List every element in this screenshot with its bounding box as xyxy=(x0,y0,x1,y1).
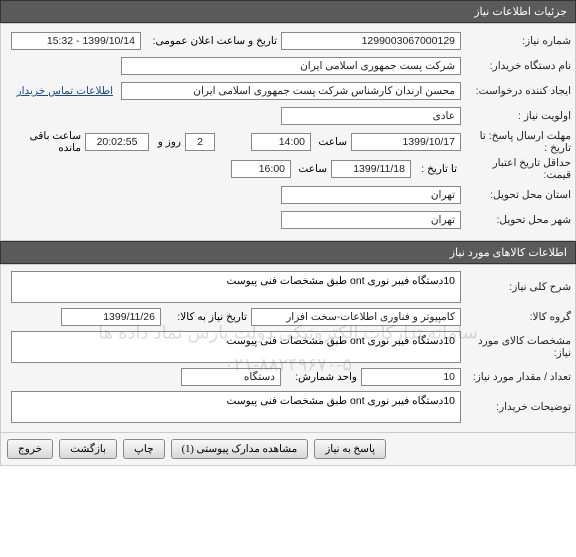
qty-field: 10 xyxy=(361,368,461,386)
goods-form: سامانه تدارکات الکترونیکی دولت پارس نماد… xyxy=(0,264,576,433)
buyer-notes-field: 10دستگاه فیبر نوری ont طبق مشخصات فنی پی… xyxy=(11,391,461,423)
print-button[interactable]: چاپ xyxy=(123,439,165,459)
remain-time-field: 20:02:55 xyxy=(85,133,149,151)
min-credit-date-field: 1399/11/18 xyxy=(331,160,411,178)
city-field: تهران xyxy=(281,211,461,229)
announce-label: تاریخ و ساعت اعلان عمومی: xyxy=(141,35,281,47)
min-credit-label: حداقل تاریخ اعتبار قیمت: xyxy=(461,157,571,181)
need-no-label: شماره نیاز: xyxy=(461,35,571,47)
province-label: استان محل تحویل: xyxy=(461,189,571,201)
details-form: شماره نیاز: 1299003067000129 تاریخ و ساع… xyxy=(0,23,576,241)
need-no-field: 1299003067000129 xyxy=(281,32,461,50)
buyer-notes-label: توضیحات خریدار: xyxy=(461,401,571,413)
desc-label: شرح کلی نیاز: xyxy=(461,281,571,293)
section-header-goods: اطلاعات کالاهای مورد نیاز xyxy=(0,241,576,264)
qty-label: تعداد / مقدار مورد نیاز: xyxy=(461,371,571,383)
contact-link[interactable]: اطلاعات تماس خریدار xyxy=(17,85,113,97)
deadline-label: مهلت ارسال پاسخ: تا تاریخ : xyxy=(461,130,571,154)
footer-bar: خروج بازگشت چاپ مشاهده مدارک پیوستی (1) … xyxy=(0,433,576,466)
city-label: شهر محل تحویل: xyxy=(461,214,571,226)
group-label: گروه کالا: xyxy=(461,311,571,323)
announce-field: 1399/10/14 - 15:32 xyxy=(11,32,141,50)
remain-label: ساعت باقی مانده xyxy=(5,130,85,154)
back-button[interactable]: بازگشت xyxy=(59,439,117,459)
need-date-field: 1399/11/26 xyxy=(61,308,161,326)
unit-label: واحد شمارش: xyxy=(281,371,361,383)
reply-button[interactable]: پاسخ به نیاز xyxy=(314,439,386,459)
day-label: روز و xyxy=(149,136,185,148)
province-field: تهران xyxy=(281,186,461,204)
buyer-label: نام دستگاه خریدار: xyxy=(461,60,571,72)
section-header-details: جزئیات اطلاعات نیاز xyxy=(0,0,576,23)
time-label-2: ساعت xyxy=(291,163,331,175)
deadline-date-field: 1399/10/17 xyxy=(351,133,461,151)
priority-label: اولویت نیاز : xyxy=(461,110,571,122)
creator-label: ایجاد کننده درخواست: xyxy=(461,85,571,97)
time-label-1: ساعت xyxy=(311,136,351,148)
deadline-label-1: مهلت ارسال پاسخ: xyxy=(489,130,571,142)
attachments-button[interactable]: مشاهده مدارک پیوستی (1) xyxy=(171,439,309,459)
deadline-time-field: 14:00 xyxy=(251,133,311,151)
spec-label: مشخصات کالای مورد نیاز: xyxy=(461,335,571,359)
group-field: کامپیوتر و فناوری اطلاعات-سخت افزار xyxy=(251,308,461,326)
unit-field: دستگاه xyxy=(181,368,281,386)
min-credit-time-field: 16:00 xyxy=(231,160,291,178)
need-date-label: تاریخ نیاز به کالا: xyxy=(161,311,251,323)
creator-field: محسن ارندان کارشناس شرکت پست جمهوری اسلا… xyxy=(121,82,461,100)
priority-field: عادی xyxy=(281,107,461,125)
spec-field: 10دستگاه فیبر نوری ont طبق مشخصات فنی پی… xyxy=(11,331,461,363)
days-left-field: 2 xyxy=(185,133,215,151)
buyer-field: شرکت پست جمهوری اسلامی ایران xyxy=(121,57,461,75)
desc-field: 10دستگاه فیبر نوری ont طبق مشخصات فنی پی… xyxy=(11,271,461,303)
min-credit-label-txt: حداقل تاریخ اعتبار قیمت: xyxy=(493,157,571,181)
to-date-label-2: تا تاریخ : xyxy=(411,163,461,175)
exit-button[interactable]: خروج xyxy=(7,439,53,459)
